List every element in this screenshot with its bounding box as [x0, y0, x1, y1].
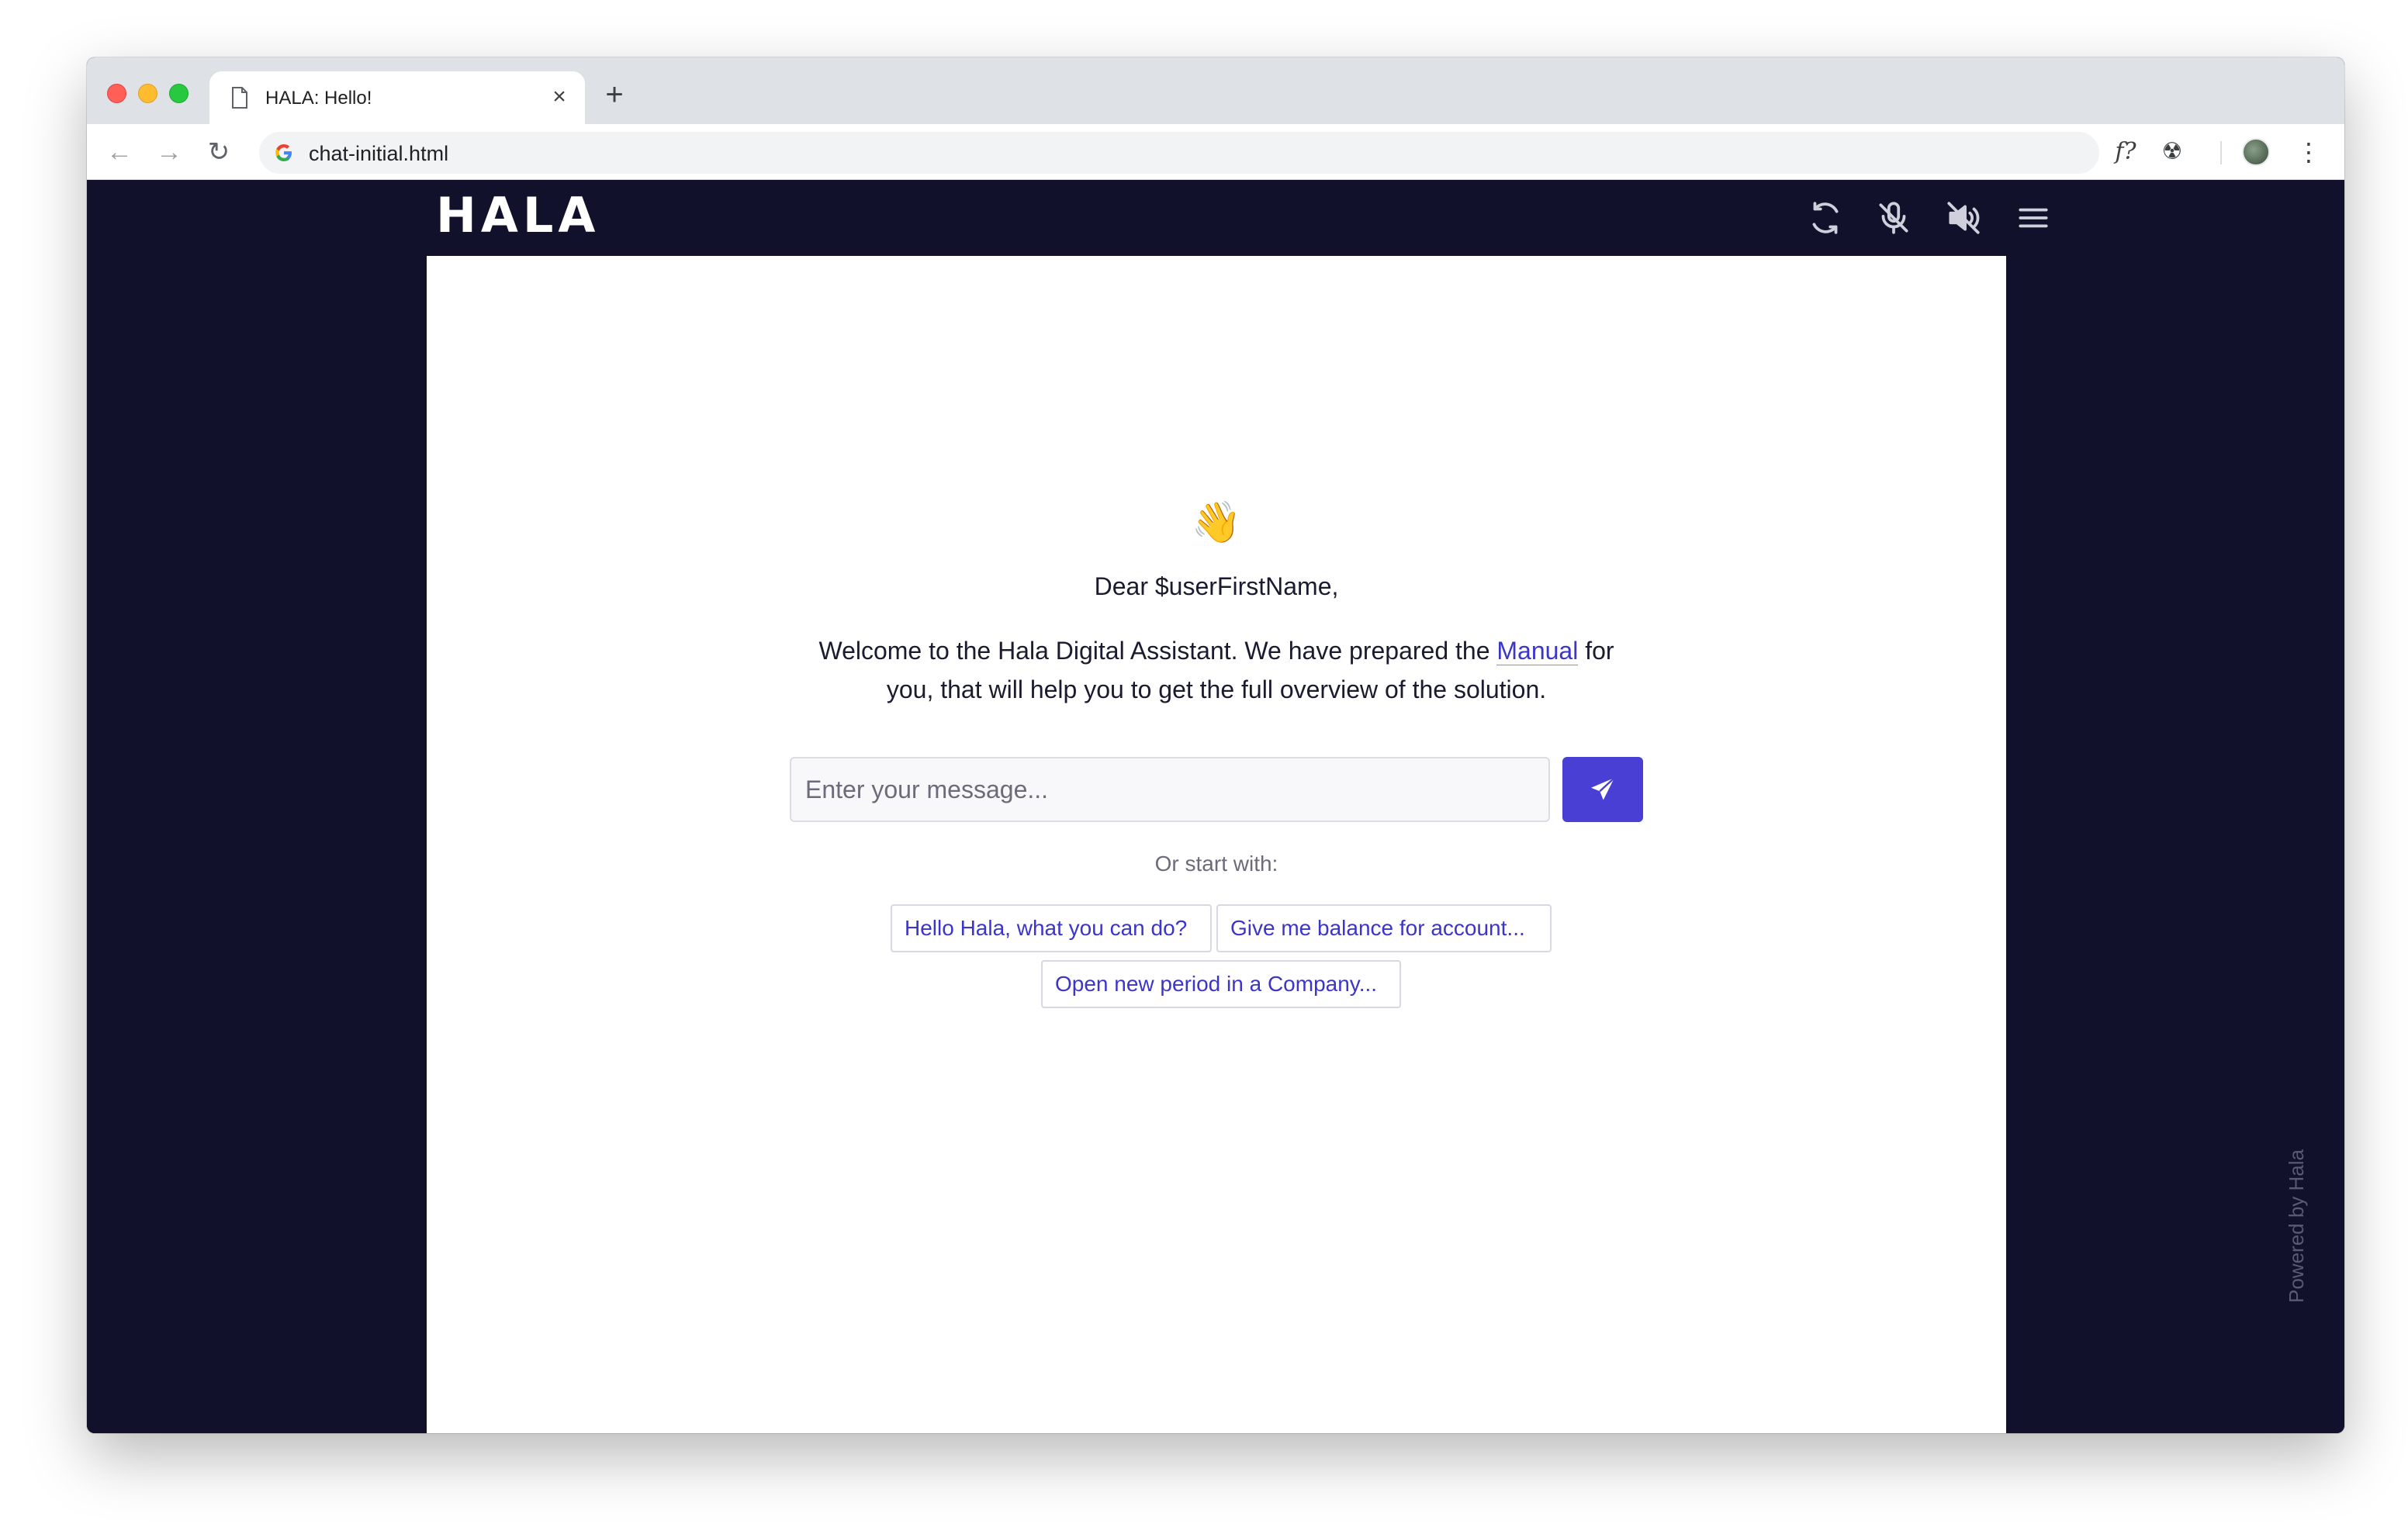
intro-text: Welcome to the Hala Digital Assistant. W…: [799, 631, 1634, 709]
url-text: chat-initial.html: [309, 142, 449, 165]
close-window-button[interactable]: [107, 84, 126, 103]
greeting-text: Dear $userFirstName,: [1094, 572, 1339, 600]
powered-by-text: Powered by Hala: [2285, 1149, 2308, 1303]
document-icon: [232, 87, 247, 109]
toolbar-divider: [2220, 141, 2222, 164]
forward-button[interactable]: →: [154, 136, 185, 168]
intro-text-start: Welcome to the Hala Digital Assistant. W…: [818, 637, 1497, 665]
reload-button[interactable]: ↻: [203, 136, 234, 168]
tab-strip: HALA: Hello! × +: [87, 57, 2344, 124]
back-button[interactable]: ←: [104, 136, 135, 168]
suggestion-row: Hello Hala, what you can do? Give me bal…: [427, 904, 2006, 960]
new-tab-button[interactable]: +: [599, 79, 630, 112]
avatar[interactable]: [2242, 138, 2270, 166]
minimize-window-button[interactable]: [138, 84, 157, 103]
send-icon: [1591, 777, 1615, 800]
hamburger-menu-icon[interactable]: [2014, 199, 2053, 237]
app-header: HALA: [427, 180, 2048, 256]
suggestion-chip[interactable]: Give me balance for account...: [1216, 904, 1552, 952]
volume-off-icon[interactable]: [1944, 199, 1983, 237]
formula-extension-icon[interactable]: f?: [2105, 136, 2146, 168]
chat-panel: 👋 Dear $userFirstName, Welcome to the Ha…: [427, 256, 2006, 1433]
suggestion-chip[interactable]: Open new period in a Company...: [1041, 960, 1401, 1008]
app-viewport: HALA 👋 Dear $userFirstName, Welcome to t…: [87, 180, 2344, 1433]
or-start-label: Or start with:: [1154, 852, 1278, 876]
powered-by-label: Powered by Hala: [2281, 1149, 2312, 1382]
browser-toolbar: ← → ↻ chat-initial.html f? ☢ ⋮: [87, 124, 2344, 180]
message-input[interactable]: [790, 757, 1550, 822]
maximize-window-button[interactable]: [169, 84, 189, 103]
address-bar[interactable]: chat-initial.html: [259, 132, 2099, 174]
sync-icon[interactable]: [1806, 199, 1845, 237]
kebab-menu-icon[interactable]: ⋮: [2296, 136, 2321, 168]
suggestion-row: Open new period in a Company...: [427, 960, 2006, 1016]
suggestion-list: Hello Hala, what you can do? Give me bal…: [427, 904, 2006, 1016]
tab-close-icon[interactable]: ×: [548, 85, 571, 109]
browser-tab[interactable]: HALA: Hello! ×: [209, 71, 585, 124]
radiation-extension-icon[interactable]: ☢: [2157, 136, 2188, 168]
waving-hand-icon: 👋: [1191, 500, 1242, 545]
tab-title: HALA: Hello!: [265, 88, 372, 109]
suggestion-chip[interactable]: Hello Hala, what you can do?: [891, 904, 1212, 952]
send-button[interactable]: [1562, 757, 1643, 822]
browser-window: HALA: Hello! × + ← → ↻ chat-initial.html…: [87, 57, 2344, 1433]
mic-off-icon[interactable]: [1874, 199, 1913, 237]
hala-logo: HALA: [436, 187, 600, 244]
manual-link[interactable]: Manual: [1496, 637, 1579, 665]
google-icon: [275, 144, 292, 161]
